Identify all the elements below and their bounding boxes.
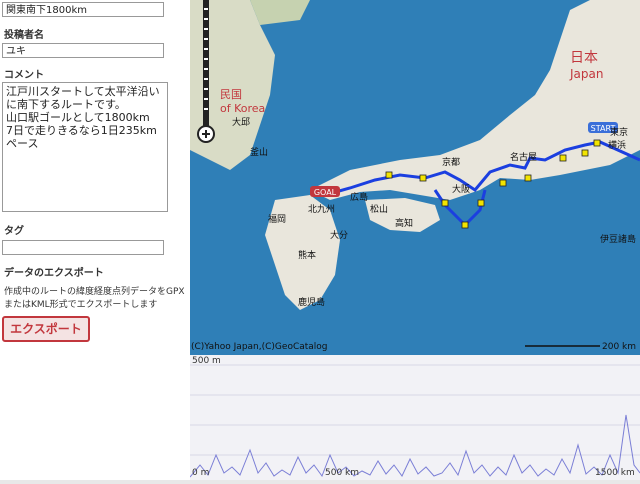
zoom-tick (204, 8, 208, 10)
route-marker[interactable] (593, 139, 601, 147)
map-canvas[interactable]: GOAL START 日本 Japan 民国 of Korea 大阪 京都 名古… (190, 0, 640, 355)
city-matsuyama: 松山 (370, 203, 388, 215)
route-marker[interactable] (581, 149, 589, 157)
city-nagoya: 名古屋 (510, 151, 537, 163)
elevation-canvas[interactable] (189, 355, 640, 480)
goal-badge-label: GOAL (314, 188, 337, 197)
city-kagoshima: 鹿児島 (298, 296, 325, 308)
japan-label-en: Japan (569, 67, 603, 81)
zoom-tick (204, 18, 208, 20)
route-marker[interactable] (461, 221, 469, 229)
route-form-panel: 関東南下1800km 投稿者名 ユキ コメント 江戸川スタートして太平洋沿いに南… (0, 0, 190, 480)
city-hiroshima: 広島 (350, 191, 368, 203)
japan-label-ja: 日本 (570, 50, 598, 66)
city-fukuoka: 福岡 (268, 213, 286, 225)
elevation-bottom-label: 0 m (192, 468, 210, 478)
zoom-tick (204, 78, 208, 80)
city-busan: 釜山 (250, 146, 268, 158)
route-marker[interactable] (385, 171, 393, 179)
city-oita: 大分 (330, 229, 348, 241)
zoom-tick (204, 48, 208, 50)
elevation-profile[interactable]: 500 m 0 m 500 km 1500 km (189, 355, 640, 480)
export-heading: データのエクスポート (4, 268, 104, 279)
zoom-tick (204, 98, 208, 100)
author-label: 投稿者名 (4, 30, 44, 41)
export-button[interactable]: エクスポート (2, 316, 90, 342)
route-marker[interactable] (524, 174, 532, 182)
city-kochi: 高知 (395, 217, 413, 229)
honshu-landmass (310, 0, 640, 200)
city-osaka: 大阪 (452, 183, 470, 195)
zoom-tick (204, 38, 208, 40)
tag-field[interactable] (2, 240, 164, 255)
city-daegu: 大邱 (232, 116, 250, 128)
korea-label-en: of Korea (220, 102, 265, 115)
city-tokyo: 東京 (610, 126, 628, 138)
route-marker[interactable] (499, 179, 507, 187)
city-kumamoto: 熊本 (298, 249, 316, 261)
route-marker[interactable] (441, 199, 449, 207)
author-field[interactable]: ユキ (2, 43, 164, 58)
map-copyright: (C)Yahoo Japan,(C)GeoCatalog (191, 342, 328, 352)
zoom-tick (204, 88, 208, 90)
city-izu: 伊豆諸島 (600, 233, 636, 245)
city-yokohama: 横浜 (608, 139, 626, 151)
zoom-slider[interactable] (196, 0, 216, 150)
zoom-tick (204, 28, 208, 30)
export-desc-line1: 作成中のルートの緯度経度点列データをGPX (4, 287, 185, 297)
city-kyoto: 京都 (442, 156, 460, 168)
route-marker[interactable] (559, 154, 567, 162)
elevation-right-label: 1500 km (595, 468, 635, 478)
zoom-tick (204, 108, 208, 110)
elevation-line (189, 414, 640, 478)
comment-textarea[interactable]: 江戸川スタートして太平洋沿いに南下するルートです。 山口駅ゴールとして1800k… (2, 82, 168, 212)
elevation-top-label: 500 m (192, 356, 221, 366)
zoom-tick (204, 58, 208, 60)
route-marker[interactable] (477, 199, 485, 207)
korea-label-ja: 民国 (220, 88, 242, 101)
route-map[interactable]: GOAL START 日本 Japan 民国 of Korea 大阪 京都 名古… (190, 0, 640, 355)
route-title-field[interactable]: 関東南下1800km (2, 2, 164, 17)
elevation-mid-label: 500 km (325, 468, 360, 478)
zoom-tick (204, 68, 208, 70)
comment-label: コメント (4, 70, 44, 81)
tag-label: タグ (4, 226, 24, 237)
city-kitakyushu: 北九州 (308, 204, 335, 215)
export-desc-line2: またはKML形式でエクスポートします (4, 300, 158, 310)
scale-label: 200 km (602, 342, 637, 352)
route-marker[interactable] (419, 174, 427, 182)
